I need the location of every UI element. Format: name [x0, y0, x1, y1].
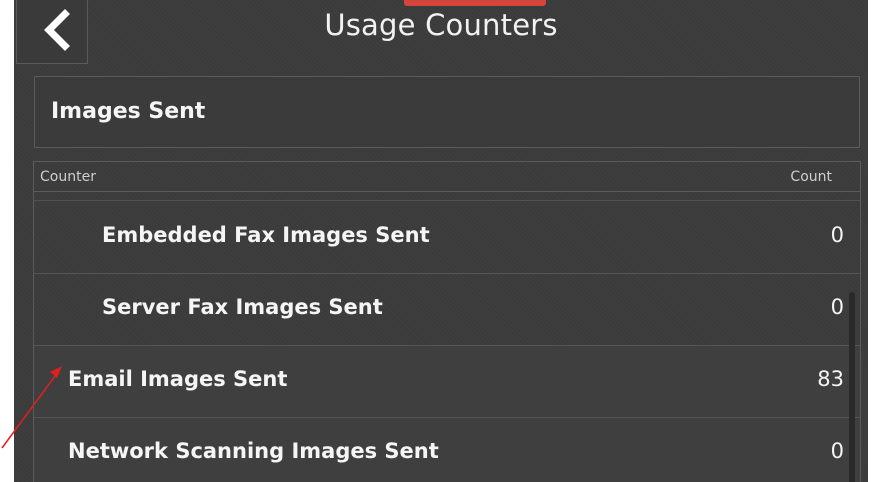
- top-accent-tab: [404, 0, 546, 6]
- counter-name: Email Images Sent: [68, 367, 288, 391]
- counter-name: Server Fax Images Sent: [102, 295, 383, 319]
- table-row[interactable]: Network Scanning Images Sent 0: [34, 418, 860, 482]
- counter-value: 0: [830, 223, 844, 247]
- page-title: Usage Counters: [324, 8, 558, 42]
- counter-name: Embedded Fax Images Sent: [102, 223, 430, 247]
- table-header: Counter Count: [34, 162, 860, 192]
- counter-name: Network Scanning Images Sent: [68, 439, 439, 463]
- counters-table: Counter Count Embedded Fax Images Sent 0…: [33, 161, 861, 482]
- counter-value: 83: [817, 367, 844, 391]
- section-label: Images Sent: [51, 99, 206, 124]
- table-row[interactable]: Embedded Fax Images Sent 0: [34, 202, 860, 274]
- column-header-count: Count: [790, 169, 832, 185]
- table-row[interactable]: Server Fax Images Sent 0: [34, 274, 860, 346]
- scrollbar[interactable]: [849, 292, 855, 482]
- counter-value: 0: [830, 439, 844, 463]
- divider: [34, 200, 860, 201]
- section-header-images-sent[interactable]: Images Sent: [34, 76, 860, 148]
- counter-value: 0: [830, 295, 844, 319]
- table-row[interactable]: Email Images Sent 83: [34, 346, 860, 418]
- usage-counters-screen: Usage Counters Images Sent Counter Count…: [14, 0, 868, 482]
- column-header-counter: Counter: [40, 169, 96, 185]
